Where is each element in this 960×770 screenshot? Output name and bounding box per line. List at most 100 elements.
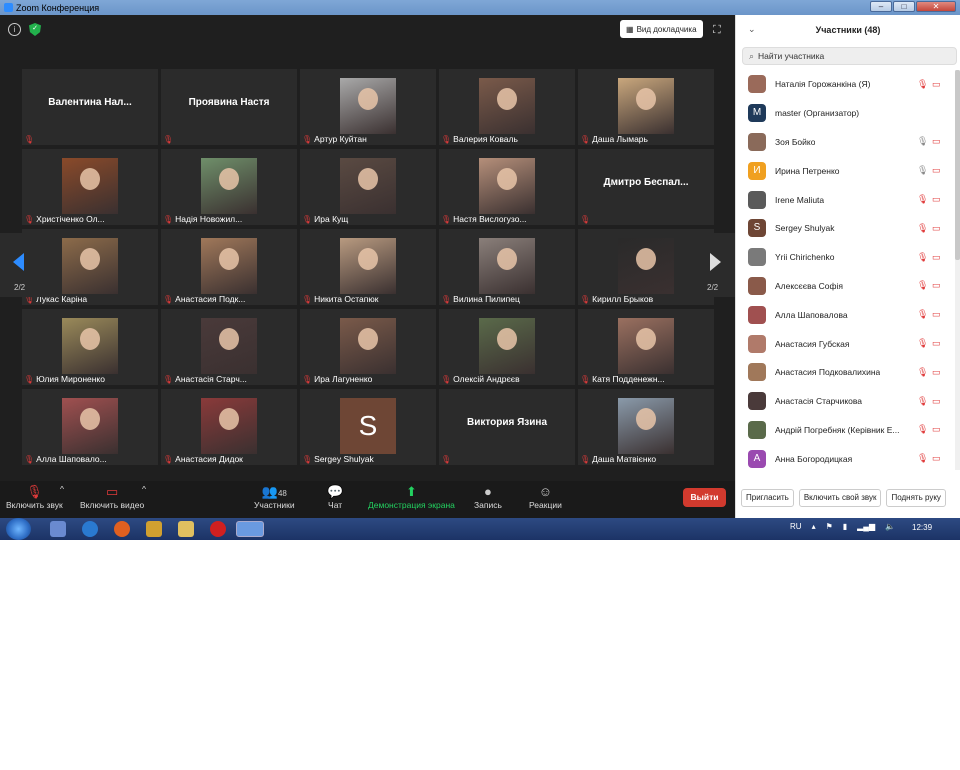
fullscreen-icon[interactable]: ⛶ (713, 24, 721, 37)
video-tile[interactable]: 🎙 Алла Шаповало... (22, 389, 158, 465)
video-tile[interactable]: 🎙 Анастасия Подк... (161, 229, 297, 305)
language-indicator[interactable]: RU (790, 522, 802, 531)
tile-label: 🎙 Алла Шаповало... (24, 454, 107, 464)
video-tile[interactable]: 🎙 Юлия Мироненко (22, 309, 158, 385)
zoom-taskbar-icon[interactable] (236, 521, 264, 537)
video-tile[interactable]: 🎙 Ира Кущ (300, 149, 436, 225)
participant-row[interactable]: Yrii Chirichenko 🎙 ▭ (736, 243, 960, 272)
participant-row[interactable]: Анастасия Губская 🎙 ▭ (736, 329, 960, 358)
unmute-button[interactable]: 🎙 Включить звук (6, 484, 63, 510)
video-tile[interactable]: 🎙 Даша Лымарь (578, 69, 714, 145)
video-tile[interactable]: 🎙 Надія Новожил... (161, 149, 297, 225)
participants-button[interactable]: 👥48 Участники (254, 484, 295, 510)
participant-avatar: А (748, 449, 766, 468)
participant-name: Зоя Бойко (775, 136, 816, 147)
video-tile[interactable]: 🎙 Олексій Андрєєв (439, 309, 575, 385)
mic-muted-icon: 🎙 (163, 374, 174, 384)
video-options-caret[interactable]: ^ (142, 484, 146, 494)
next-page-button[interactable]: 2/2 (693, 233, 735, 297)
participant-row[interactable]: Наталія Горожанкіна (Я) 🎙 ▭ (736, 70, 960, 99)
flag-icon[interactable]: ⚑ (826, 522, 833, 531)
close-button[interactable]: ✕ (916, 1, 956, 12)
reactions-button[interactable]: ☺ Реакции (529, 484, 562, 510)
participant-label: Алла Шаповало... (36, 454, 107, 464)
participant-row[interactable]: Mmaster (Организатор) (736, 99, 960, 128)
mic-muted-icon: 🎙 (302, 374, 313, 384)
video-tile[interactable]: 🎙 Никита Остапюк (300, 229, 436, 305)
tray-expand-icon[interactable]: ▴ (812, 522, 816, 531)
video-grid: Валентина Нал... 🎙 Проявина Настя 🎙 🎙 Артур К… (22, 69, 714, 465)
clock[interactable]: 12:39 (912, 523, 932, 532)
person-silhouette-icon (219, 408, 239, 430)
tile-label: 🎙 Анастасия Подк... (163, 294, 245, 304)
video-tile[interactable]: 🎙 Христіченко Ол... (22, 149, 158, 225)
network-icon[interactable]: ▂▄▆ (857, 522, 875, 531)
notepad-icon[interactable] (50, 521, 66, 537)
leave-button[interactable]: Выйти (683, 488, 726, 507)
video-tile[interactable]: Проявина Настя 🎙 (161, 69, 297, 145)
video-tile[interactable]: 🎙 Вилина Пилипец (439, 229, 575, 305)
video-tile[interactable]: 🎙 Артур Куйтан (300, 69, 436, 145)
scrollbar-thumb[interactable] (955, 70, 960, 260)
participant-row[interactable]: А Анна Богородицкая 🎙 ▭ (736, 444, 960, 473)
info-icon[interactable]: i (8, 23, 21, 36)
share-screen-button[interactable]: ⬆ Демонстрация экрана (368, 484, 455, 510)
participant-row[interactable]: Алексєєва Софія 🎙 ▭ (736, 272, 960, 301)
battery-icon[interactable]: ▮ (843, 522, 847, 531)
video-tile[interactable]: S 🎙 Sergey Shulyak (300, 389, 436, 465)
video-tile[interactable]: 🎙 Катя Подденежн... (578, 309, 714, 385)
tile-label: 🎙 Никита Остапюк (302, 294, 378, 304)
person-silhouette-icon (358, 168, 378, 190)
chat-button[interactable]: 💬 Чат (327, 484, 343, 510)
security-shield-icon[interactable]: ✓ (29, 23, 41, 36)
video-tile[interactable]: 🎙 Анастасія Старч... (161, 309, 297, 385)
opera-icon[interactable] (210, 521, 226, 537)
internet-explorer-icon[interactable] (82, 521, 98, 537)
raise-hand-button[interactable]: Поднять руку (886, 489, 946, 507)
mic-muted-icon: 🎙 (580, 134, 591, 144)
audio-options-caret[interactable]: ^ (60, 484, 64, 494)
minimize-button[interactable]: – (870, 1, 892, 12)
participant-row[interactable]: Зоя Бойко 🎙 ▭ (736, 128, 960, 157)
video-tile[interactable]: 🎙 Лукас Каріна (22, 229, 158, 305)
participant-row[interactable]: Irene Maliuta 🎙 ▭ (736, 185, 960, 214)
participant-row[interactable]: Алла Шаповалова 🎙 ▭ (736, 300, 960, 329)
unmute-me-button[interactable]: Включить свой звук (798, 489, 882, 507)
maximize-button[interactable]: □ (893, 1, 915, 12)
view-mode-button[interactable]: ▦ Вид докладчика (620, 20, 703, 38)
video-tile[interactable]: 🎙 Даша Матвієнко (578, 389, 714, 465)
record-button[interactable]: ● Запись (474, 484, 502, 510)
invite-button[interactable]: Пригласить (741, 489, 794, 507)
mic-muted-icon: 🎙 (441, 214, 452, 224)
person-silhouette-icon (80, 408, 100, 430)
participant-row[interactable]: S Sergey Shulyak 🎙 ▭ (736, 214, 960, 243)
video-tile[interactable]: Дмитро Беспал... 🎙 (578, 149, 714, 225)
participant-row[interactable]: Анастасія Старчикова 🎙 ▭ (736, 387, 960, 416)
previous-page-button[interactable]: 2/2 (0, 233, 42, 297)
participant-row[interactable]: И Ирина Петренко 🎙 ▭ (736, 156, 960, 185)
participant-name: Проявина Настя (188, 97, 270, 108)
person-silhouette-icon (497, 88, 517, 110)
video-tile[interactable]: 🎙 Ира Лагуненко (300, 309, 436, 385)
video-tile[interactable]: Виктория Язина 🎙 (439, 389, 575, 465)
participant-label: Лукас Каріна (36, 294, 88, 304)
video-tile[interactable]: Валентина Нал... 🎙 (22, 69, 158, 145)
start-button[interactable] (6, 518, 31, 540)
volume-icon[interactable]: 🔈 (885, 522, 895, 531)
explorer-folder-icon[interactable] (178, 521, 194, 537)
participant-row[interactable]: Андрій Погребняк (Керівник Е... 🎙 ▭ (736, 416, 960, 445)
video-tile[interactable]: 🎙 Анастасия Дидок (161, 389, 297, 465)
firefox-icon[interactable] (114, 521, 130, 537)
participant-row[interactable]: Анастасия Подковалихина 🎙 ▭ (736, 358, 960, 387)
media-player-icon[interactable] (146, 521, 162, 537)
share-screen-icon: ⬆ (405, 484, 417, 499)
participant-search-input[interactable]: ⌕ Найти участника (742, 47, 957, 65)
participant-label: Олексій Андрєєв (453, 374, 520, 384)
video-tile[interactable]: 🎙 Настя Вислогузо... (439, 149, 575, 225)
participant-name: Ирина Петренко (775, 165, 840, 176)
video-tile[interactable]: 🎙 Валерия Коваль (439, 69, 575, 145)
person-silhouette-icon (636, 328, 656, 350)
participant-label: Анастасия Подк... (175, 294, 246, 304)
start-video-button[interactable]: ▭ Включить видео (80, 484, 144, 510)
participant-list-scrollbar[interactable] (955, 70, 960, 470)
